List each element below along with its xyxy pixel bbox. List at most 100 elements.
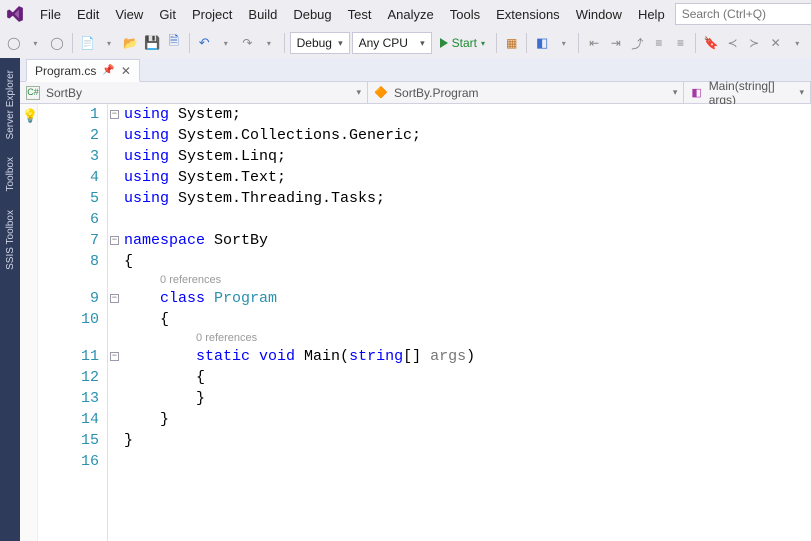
menu-bar: FileEditViewGitProjectBuildDebugTestAnal…: [0, 0, 811, 28]
bm-next-button[interactable]: ≻: [744, 32, 764, 54]
menu-window[interactable]: Window: [568, 3, 630, 26]
new-dropdown[interactable]: ▾: [99, 32, 119, 54]
code-line[interactable]: using System.Text;: [124, 167, 811, 188]
menu-file[interactable]: File: [32, 3, 69, 26]
code-line[interactable]: }: [124, 388, 811, 409]
line-number: 7: [38, 230, 99, 251]
fold-toggle[interactable]: −: [110, 110, 119, 119]
menu-git[interactable]: Git: [151, 3, 184, 26]
indent-less-button[interactable]: ≡: [649, 32, 669, 54]
fold-toggle[interactable]: −: [110, 352, 119, 361]
undo-button[interactable]: ↶: [194, 32, 214, 54]
code-line[interactable]: using System.Collections.Generic;: [124, 125, 811, 146]
bm-prev-button[interactable]: ≺: [723, 32, 743, 54]
code-line[interactable]: [124, 209, 811, 230]
config-dropdown[interactable]: Debug▾: [290, 32, 350, 54]
undo-dropdown[interactable]: ▾: [216, 32, 236, 54]
save-all-button[interactable]: 🗎: [164, 32, 184, 54]
rail-server-explorer[interactable]: Server Explorer: [3, 66, 18, 143]
code-line[interactable]: }: [124, 430, 811, 451]
open-button[interactable]: 📂: [121, 32, 141, 54]
rail-toolbox[interactable]: Toolbox: [3, 153, 18, 195]
menu-debug[interactable]: Debug: [285, 3, 339, 26]
step-over-button[interactable]: ⇥: [606, 32, 626, 54]
tool-2-dropdown[interactable]: ▾: [554, 32, 574, 54]
line-number: 16: [38, 451, 99, 472]
start-debug-button[interactable]: Start ▾: [434, 32, 491, 54]
close-icon[interactable]: ✕: [121, 64, 131, 78]
platform-value: Any CPU: [359, 36, 408, 50]
code-editor[interactable]: 💡 12345678910111213141516 −−−− using Sys…: [20, 104, 811, 541]
nav-member-label: Main(string[] args): [709, 79, 794, 107]
line-number: 13: [38, 388, 99, 409]
menu-build[interactable]: Build: [240, 3, 285, 26]
tool-1-button[interactable]: ▦: [502, 32, 522, 54]
start-label: Start: [452, 36, 477, 50]
code-line[interactable]: }: [124, 409, 811, 430]
line-number: 10: [38, 309, 99, 330]
nav-type-label: SortBy.Program: [394, 86, 478, 100]
fold-toggle[interactable]: −: [110, 236, 119, 245]
code-line[interactable]: {: [124, 367, 811, 388]
play-icon: [440, 38, 448, 48]
indent-more-button[interactable]: ≡: [671, 32, 691, 54]
code-content[interactable]: using System;using System.Collections.Ge…: [122, 104, 811, 541]
toolbar: ◯ ▾ ◯ 📄 ▾ 📂 💾 🗎 ↶ ▾ ↷ ▾ Debug▾ Any CPU▾ …: [0, 28, 811, 58]
line-number: 1: [38, 104, 99, 125]
method-icon: ◧: [690, 86, 702, 100]
codelens-references[interactable]: 0 references: [196, 332, 257, 344]
codelens-references[interactable]: 0 references: [160, 274, 221, 286]
menu-analyze[interactable]: Analyze: [379, 3, 441, 26]
nav-back-button[interactable]: ◯: [4, 32, 24, 54]
menu-edit[interactable]: Edit: [69, 3, 107, 26]
rail-ssis-toolbox[interactable]: SSIS Toolbox: [3, 206, 18, 274]
menu-help[interactable]: Help: [630, 3, 673, 26]
code-line[interactable]: using System;: [124, 104, 811, 125]
nav-forward-button[interactable]: ◯: [47, 32, 67, 54]
code-line[interactable]: using System.Linq;: [124, 146, 811, 167]
new-project-button[interactable]: 📄: [78, 32, 98, 54]
redo-button[interactable]: ↷: [238, 32, 258, 54]
tool-2-button[interactable]: ◧: [532, 32, 552, 54]
vs-logo-icon: [6, 4, 24, 24]
line-number: 9: [38, 288, 99, 309]
step-into-button[interactable]: ⇤: [584, 32, 604, 54]
menu-view[interactable]: View: [107, 3, 151, 26]
line-number: 4: [38, 167, 99, 188]
line-number: 5: [38, 188, 99, 209]
bm-clear-button[interactable]: ✕: [766, 32, 786, 54]
menu-project[interactable]: Project: [184, 3, 240, 26]
nav-type-dropdown[interactable]: 🔶 SortBy.Program ▾: [368, 82, 684, 103]
nav-scope-dropdown[interactable]: C# SortBy ▾: [20, 82, 368, 103]
menu-extensions[interactable]: Extensions: [488, 3, 568, 26]
csharp-icon: C#: [26, 86, 40, 100]
quick-search[interactable]: 🔍: [675, 3, 811, 25]
document-tab-row: Program.cs 📌 ✕: [20, 58, 811, 82]
platform-dropdown[interactable]: Any CPU▾: [352, 32, 432, 54]
code-line[interactable]: namespace SortBy: [124, 230, 811, 251]
toolbar-more[interactable]: ▾: [787, 32, 807, 54]
nav-member-dropdown[interactable]: ◧ Main(string[] args) ▾: [684, 82, 811, 103]
search-input[interactable]: [676, 7, 811, 21]
bookmark-button[interactable]: 🔖: [701, 32, 721, 54]
fold-toggle[interactable]: −: [110, 294, 119, 303]
menu-tools[interactable]: Tools: [442, 3, 488, 26]
step-out-button[interactable]: ⤴: [628, 32, 648, 54]
redo-dropdown[interactable]: ▾: [259, 32, 279, 54]
code-line[interactable]: class Program: [124, 288, 811, 309]
line-number: 12: [38, 367, 99, 388]
code-line[interactable]: [124, 451, 811, 472]
code-line[interactable]: {: [124, 251, 811, 272]
nav-dropdown[interactable]: ▾: [26, 32, 46, 54]
lightbulb-icon[interactable]: 💡: [22, 106, 38, 127]
code-line[interactable]: static void Main(string[] args): [124, 346, 811, 367]
code-line[interactable]: {: [124, 309, 811, 330]
nav-scope-label: SortBy: [46, 86, 82, 100]
menu-test[interactable]: Test: [340, 3, 380, 26]
code-line[interactable]: using System.Threading.Tasks;: [124, 188, 811, 209]
document-tab[interactable]: Program.cs 📌 ✕: [26, 59, 140, 82]
tab-title: Program.cs: [35, 64, 96, 78]
save-button[interactable]: 💾: [142, 32, 162, 54]
line-number: 6: [38, 209, 99, 230]
pin-icon[interactable]: 📌: [102, 65, 114, 76]
